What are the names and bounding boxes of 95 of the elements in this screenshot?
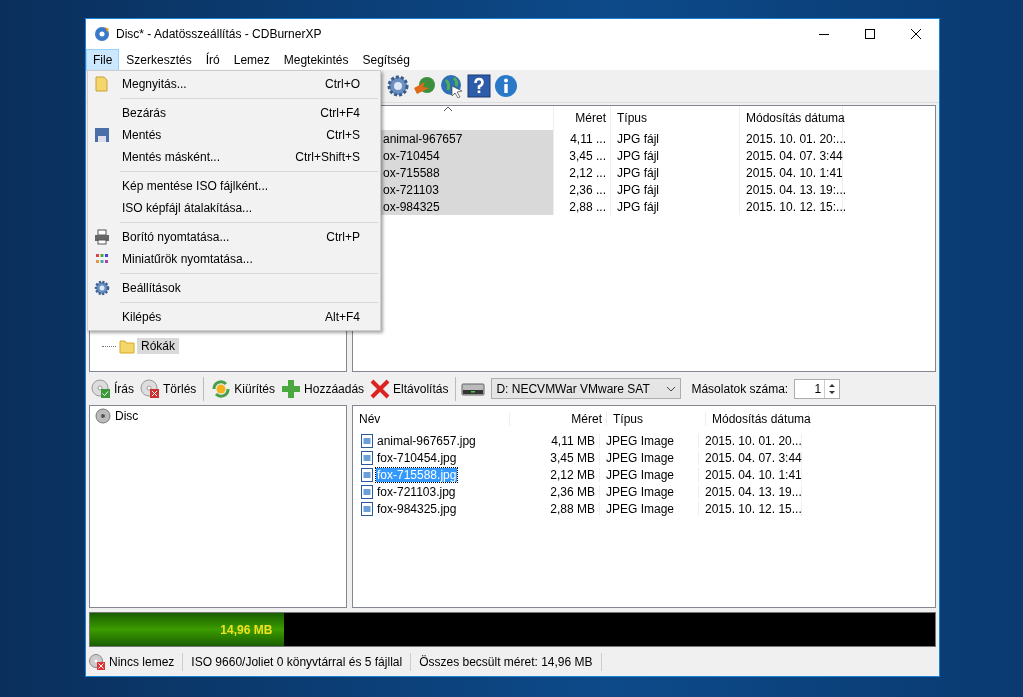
toolbar-button[interactable]: Kiürítés	[209, 377, 278, 400]
status-text: ISO 9660/Joliet 0 könyvtárral és 5 fájllal	[191, 654, 403, 669]
table-cell: 2015. 04. 13. 19...	[699, 484, 802, 499]
image-file-icon	[361, 433, 373, 448]
table-cell: JPG fájl	[610, 181, 739, 198]
close-icon	[911, 29, 921, 39]
sort-caret-icon	[443, 106, 453, 112]
table-cell: JPG fájl	[610, 130, 739, 147]
image-file-icon	[361, 450, 373, 465]
window-title: Disc* - Adatösszeállítás - CDBurnerXP	[116, 27, 322, 41]
menu-item[interactable]: Szerkesztés	[119, 48, 199, 71]
table-cell: JPEG Image	[600, 501, 699, 516]
column-header[interactable]: Név	[353, 412, 510, 426]
table-cell: 2,36 ...	[553, 181, 610, 198]
disc-check-icon	[91, 378, 111, 399]
column-header[interactable]: Méret	[553, 106, 610, 130]
disc-cross-icon	[140, 378, 160, 399]
file-name-cell[interactable]: fox-710454.jpg	[376, 450, 458, 465]
file-name-cell[interactable]: fox-984325.jpg	[376, 501, 458, 516]
tree-item[interactable]: Disc	[115, 409, 139, 423]
menu-item[interactable]: Borító nyomtatása... Ctrl+P	[88, 226, 380, 248]
table-cell: JPG fájl	[610, 164, 739, 181]
table-cell: 2015. 10. 01. 20:...	[739, 130, 843, 147]
table-cell: JPEG Image	[600, 433, 699, 448]
menu-item[interactable]: Segítség	[355, 48, 417, 71]
menu-item[interactable]: Bezárás Ctrl+F4	[88, 102, 380, 124]
table-cell: 2015. 04. 07. 3:44	[739, 147, 843, 164]
menu-item[interactable]: Beállítások	[88, 277, 380, 299]
gear-icon[interactable]	[386, 74, 410, 98]
column-header[interactable]: Módosítás dátuma	[706, 412, 809, 426]
settings-icon	[94, 280, 110, 296]
status-text: Nincs lemez	[109, 654, 175, 669]
column-header[interactable]: Típus	[610, 106, 739, 130]
column-header[interactable]: Típus	[607, 412, 706, 426]
table-cell: 2015. 04. 07. 3:44	[699, 450, 802, 465]
menu-item[interactable]: Megnyitás... Ctrl+O	[88, 73, 380, 95]
toolbar-button[interactable]: Hozzáadás	[279, 377, 367, 400]
save-icon	[94, 127, 110, 143]
table-cell: 2015. 04. 10. 1:41	[699, 467, 802, 482]
capacity-fill: 14,96 MB	[90, 613, 285, 646]
drive-icon	[461, 380, 486, 397]
menu-item[interactable]: Író	[198, 48, 227, 71]
table-cell: 2,88 ...	[553, 198, 610, 215]
image-file-icon	[361, 501, 373, 516]
table-cell: 2015. 04. 13. 19:...	[739, 181, 843, 198]
table-cell: 2,36 MB	[503, 484, 600, 499]
copies-label: Másolatok száma:	[691, 381, 789, 396]
info-icon[interactable]	[494, 74, 518, 98]
table-cell: 4,11 ...	[553, 130, 610, 147]
disc-icon	[95, 408, 111, 424]
copies-spinner[interactable]: 1	[794, 378, 841, 399]
image-file-icon	[361, 467, 373, 482]
table-cell: JPG fájl	[610, 147, 739, 164]
table-cell: 3,45 ...	[553, 147, 610, 164]
table-cell: 2,12 ...	[553, 164, 610, 181]
no-disc-icon	[89, 653, 105, 670]
table-cell: 2015. 10. 01. 20...	[699, 433, 802, 448]
tree-item[interactable]: Rókák	[137, 338, 179, 354]
folder-icon	[94, 76, 110, 92]
menu-item[interactable]: Megtekintés	[276, 48, 356, 71]
refresh-sun-icon	[211, 378, 232, 399]
menu-item[interactable]: Lemez	[226, 48, 277, 71]
table-cell: 3,45 MB	[503, 450, 600, 465]
help-icon[interactable]	[467, 74, 491, 98]
table-cell: 2015. 10. 12. 15...	[699, 501, 802, 516]
toolbar-button[interactable]: Írás	[89, 377, 136, 400]
column-header[interactable]: Módosítás dátuma	[739, 106, 843, 130]
chevron-down-icon	[666, 385, 677, 392]
drive-dropdown[interactable]: D: NECVMWar VMware SAT	[491, 378, 682, 399]
menu-item[interactable]: Miniatűrök nyomtatása...	[88, 248, 380, 270]
table-cell: JPG fájl	[610, 198, 739, 215]
disc-icon	[94, 26, 110, 42]
table-cell: 2,88 MB	[503, 501, 600, 516]
cross-icon	[370, 378, 391, 399]
menu-item[interactable]: File	[86, 48, 120, 71]
table-cell: JPEG Image	[600, 484, 699, 499]
printer-icon	[94, 229, 110, 245]
table-cell: 2015. 10. 12. 15:...	[739, 198, 843, 215]
table-cell: 4,11 MB	[503, 433, 600, 448]
globe-cursor-icon[interactable]	[440, 74, 464, 98]
menu-item[interactable]: Kilépés Alt+F4	[88, 306, 380, 328]
status-text: Összes becsült méret: 14,96 MB	[419, 654, 593, 669]
toolbar-button[interactable]: Törlés	[138, 377, 199, 400]
table-cell: 2,12 MB	[503, 467, 600, 482]
table-cell: 2015. 04. 10. 1:41	[739, 164, 843, 181]
table-cell: JPEG Image	[600, 467, 699, 482]
file-name-cell[interactable]: fox-721103.jpg	[376, 484, 457, 499]
image-file-icon	[361, 484, 373, 499]
folder-icon	[119, 338, 135, 354]
column-header[interactable]: Méret	[510, 412, 607, 426]
file-name-cell[interactable]: animal-967657.jpg	[376, 433, 477, 448]
maximize-icon	[865, 29, 875, 39]
plus-icon	[281, 378, 302, 399]
table-cell: JPEG Image	[600, 450, 699, 465]
toolbar-button[interactable]: Eltávolítás	[368, 377, 451, 400]
